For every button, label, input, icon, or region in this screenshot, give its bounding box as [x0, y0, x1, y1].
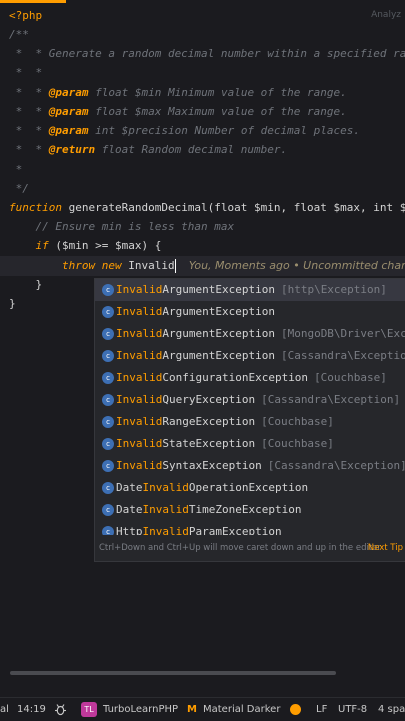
code-line-5[interactable]: * * @param float $min Minimum value of t… — [9, 83, 347, 102]
code-line-13[interactable]: if ($min >= $max) { — [9, 236, 162, 255]
code-line-3[interactable]: * * Generate a random decimal number wit… — [9, 44, 405, 63]
completion-item[interactable]: c InvalidQueryException [Cassandra\Except… — [95, 389, 405, 411]
doc-text: float $min Minimum value of the range. — [88, 86, 347, 99]
function-signature: generateRandomDecimal(float $min, float … — [68, 201, 405, 214]
completion-item[interactable]: c DateInvalidOperationException — [95, 477, 405, 499]
doc-text: float $max Maximum value of the range. — [88, 105, 347, 118]
class-icon: c — [102, 460, 114, 472]
line-ending[interactable]: LF — [316, 698, 327, 721]
class-icon: c — [102, 306, 114, 318]
code-line-14[interactable]: throw new Invalid You, Moments ago • Unc… — [9, 256, 405, 275]
code-line-11[interactable]: function generateRandomDecimal(float $mi… — [9, 198, 405, 217]
class-icon: c — [102, 350, 114, 362]
code-line-10[interactable]: */ — [9, 179, 29, 198]
code-line-15[interactable]: } — [9, 275, 43, 294]
keyword-if: if — [35, 239, 49, 252]
completion-item[interactable]: c InvalidArgumentException — [95, 301, 405, 323]
completion-item[interactable]: c InvalidArgumentException [MongoDB\Drive… — [95, 323, 405, 345]
code-line-9[interactable]: * — [9, 160, 23, 179]
code-line-2[interactable]: /** — [9, 25, 29, 44]
doc-tag: @param — [48, 86, 89, 99]
completion-footer: Ctrl+Down and Ctrl+Up will move caret do… — [95, 535, 405, 561]
class-icon: c — [102, 438, 114, 450]
keyword-throw-new: throw new — [61, 259, 122, 272]
closing-brace: } — [35, 278, 43, 291]
code-line-8[interactable]: * * @return float Random decimal number. — [9, 140, 288, 159]
analyze-hint: Analyz — [371, 10, 401, 20]
completion-item[interactable]: c InvalidSyntaxException [Cassandra\Excep… — [95, 455, 405, 477]
class-icon: c — [102, 284, 114, 296]
code-line-1[interactable]: <?php — [9, 6, 42, 25]
caret-position[interactable]: 14:19 — [17, 698, 46, 721]
completion-popup[interactable]: c InvalidArgumentException [http\Exceptio… — [94, 278, 405, 562]
theme-name[interactable]: Material Darker — [203, 698, 280, 721]
status-left-fragment[interactable]: al — [0, 698, 9, 721]
completion-item[interactable]: c InvalidArgumentException [http\Exceptio… — [95, 279, 405, 301]
class-icon: c — [102, 526, 114, 535]
class-icon: c — [102, 394, 114, 406]
class-icon: c — [102, 416, 114, 428]
doc-tag: @param — [48, 124, 89, 137]
next-tip-link[interactable]: Next Tip — [368, 535, 403, 561]
class-icon: c — [102, 328, 114, 340]
code-editor[interactable]: Analyz <?php /** * * Generate a random d… — [0, 0, 405, 676]
keyword-function: function — [9, 201, 62, 214]
completion-item[interactable]: c InvalidArgumentException [Cassandra\Exc… — [95, 345, 405, 367]
file-encoding[interactable]: UTF-8 — [338, 698, 367, 721]
class-icon: c — [102, 482, 114, 494]
doc-tag: @return — [48, 143, 96, 156]
git-blame-annotation: You, Moments ago • Uncommitted changes — [188, 259, 405, 272]
completion-tip-text: Ctrl+Down and Ctrl+Up will move caret do… — [99, 543, 381, 553]
plugin-badge[interactable]: TL — [81, 702, 97, 717]
class-icon: c — [102, 504, 114, 516]
bug-icon[interactable] — [54, 703, 67, 720]
indent-setting[interactable]: 4 spac — [378, 698, 405, 721]
completion-item[interactable]: c HttpInvalidParamException — [95, 521, 405, 535]
doc-text: int $precision Number of decimal places. — [88, 124, 361, 137]
plugin-name[interactable]: TurboLearnPHP — [103, 698, 178, 721]
doc-tag: @param — [48, 105, 89, 118]
completion-item[interactable]: c InvalidStateException [Couchbase] — [95, 433, 405, 455]
material-theme-icon: M — [187, 704, 197, 715]
completion-item[interactable]: c DateInvalidTimeZoneException — [95, 499, 405, 521]
active-tab-indicator — [0, 0, 66, 3]
horizontal-scrollbar[interactable] — [10, 671, 336, 675]
code-line-16[interactable]: } — [9, 294, 16, 313]
status-bar: al 14:19 TL TurboLearnPHP M Material Dar… — [0, 697, 405, 721]
code-line-7[interactable]: * * @param int $precision Number of deci… — [9, 121, 360, 140]
code-line-6[interactable]: * * @param float $max Maximum value of t… — [9, 102, 347, 121]
code-line-4[interactable]: * * — [9, 63, 43, 82]
class-icon: c — [102, 372, 114, 384]
completion-item[interactable]: c InvalidRangeException [Couchbase] — [95, 411, 405, 433]
doc-text: float Random decimal number. — [95, 143, 288, 156]
status-dot-icon[interactable] — [290, 704, 301, 715]
typed-text: Invalid — [121, 259, 175, 272]
code-line-12[interactable]: // Ensure min is less than max — [9, 217, 234, 236]
if-condition: ($min >= $max) { — [48, 239, 162, 252]
completion-item[interactable]: c InvalidConfigurationException [Couchbas… — [95, 367, 405, 389]
